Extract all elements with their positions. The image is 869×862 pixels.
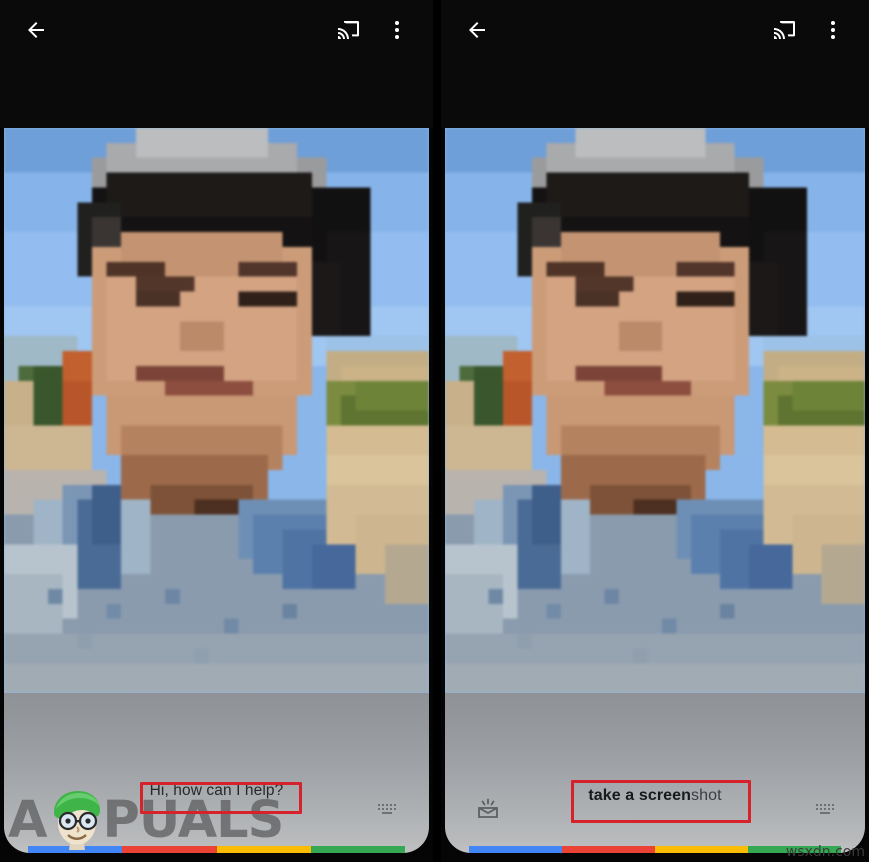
cast-button[interactable]: [329, 10, 369, 50]
app-bar-right: [441, 0, 869, 128]
overflow-menu-button[interactable]: [377, 10, 417, 50]
cast-button[interactable]: [765, 10, 805, 50]
bar-pad-left: [445, 846, 469, 853]
bar-blue: [469, 846, 562, 853]
bar-yellow: [216, 846, 311, 853]
app-bar-left: [0, 0, 433, 128]
phone-screenshot-right: take a screenshot: [441, 0, 869, 862]
google-assistant-color-bar-right: [445, 846, 865, 853]
assistant-query-right: take a screenshot: [445, 787, 865, 805]
assistant-query-light: shot: [691, 787, 722, 804]
cast-icon: [774, 21, 795, 39]
assistant-prompt-left: Hi, how can I help?: [149, 782, 284, 799]
screenshot-canvas: Hi, how can I help? A PUALS take a scree…: [0, 0, 869, 862]
assistant-lens-button[interactable]: [475, 798, 501, 827]
keyboard-button-right[interactable]: [815, 802, 837, 823]
back-button[interactable]: [16, 10, 56, 50]
pixelated-portrait-photo: [4, 128, 429, 693]
assistant-query-strong: take a screen: [588, 787, 692, 804]
arrow-back-icon: [469, 22, 485, 38]
more-vert-icon: [395, 21, 399, 39]
cast-icon: [338, 21, 359, 39]
panel-divider: [433, 0, 441, 862]
bar-green: [748, 846, 841, 853]
bar-blue: [28, 846, 123, 853]
bar-pad-left: [4, 846, 28, 853]
overflow-menu-button[interactable]: [813, 10, 853, 50]
photo-viewer-image-left[interactable]: [4, 128, 429, 693]
pixelated-portrait-photo: [445, 128, 865, 693]
bar-green: [310, 846, 405, 853]
bar-yellow: [655, 846, 748, 853]
more-vert-icon: [831, 21, 835, 39]
phone-screenshot-left: Hi, how can I help? A PUALS: [0, 0, 433, 862]
keyboard-icon: [378, 804, 396, 814]
bar-pad-right: [841, 846, 865, 853]
back-button[interactable]: [457, 10, 497, 50]
assistant-lens-icon: [478, 798, 498, 818]
keyboard-button-left[interactable]: [377, 802, 399, 823]
arrow-back-icon: [28, 22, 44, 38]
bar-red: [562, 846, 655, 853]
assistant-sheet-left: Hi, how can I help?: [4, 693, 429, 853]
assistant-sheet-right: take a screenshot: [445, 693, 865, 853]
google-assistant-color-bar-left: [4, 846, 429, 853]
bar-red: [122, 846, 217, 853]
bar-pad-right: [405, 846, 429, 853]
keyboard-icon: [816, 804, 834, 814]
photo-viewer-image-right[interactable]: [445, 128, 865, 693]
